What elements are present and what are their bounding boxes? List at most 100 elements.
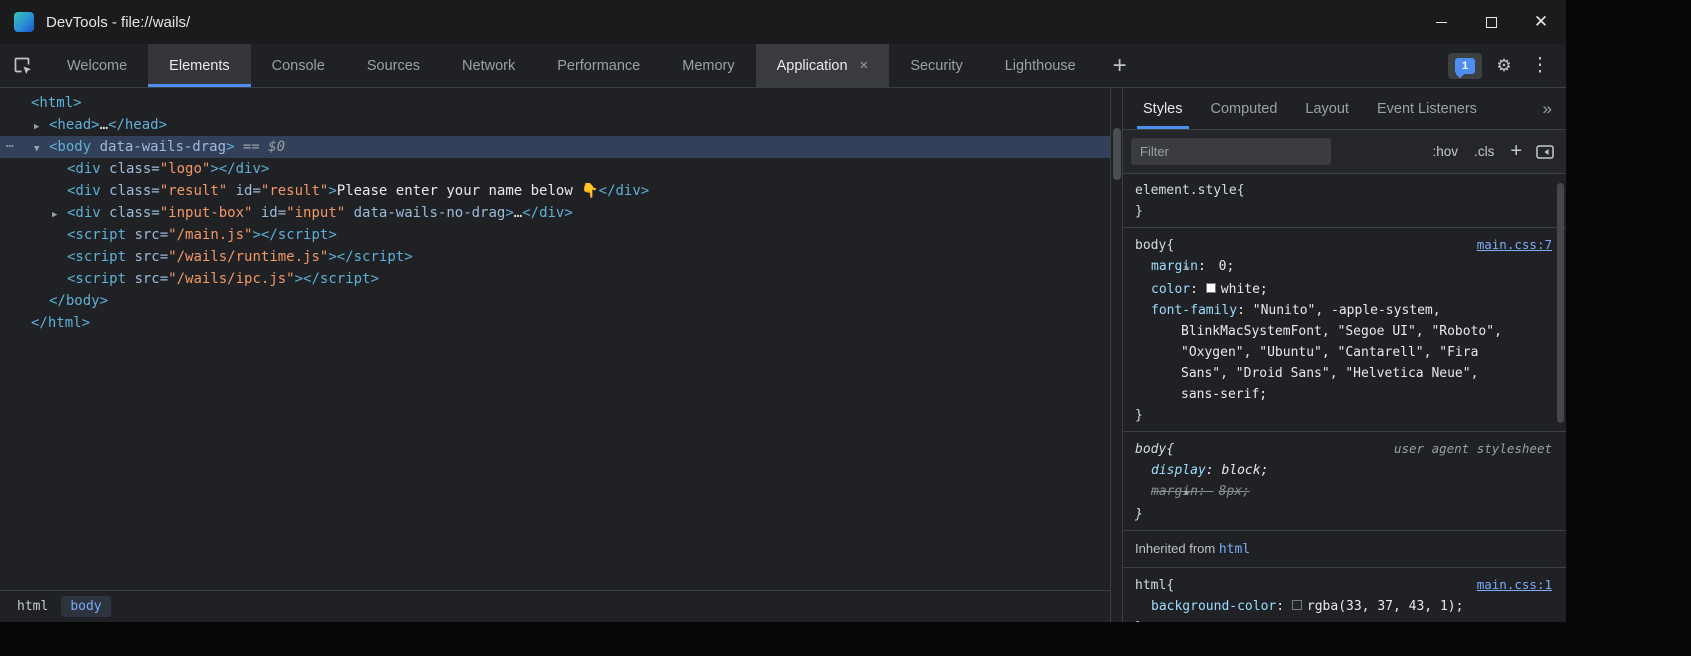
stylesheet-link[interactable]: main.css:1 <box>1467 574 1552 595</box>
expand-arrow-icon[interactable]: ▶ <box>34 116 49 138</box>
sidebar-tab-event-listeners[interactable]: Event Listeners <box>1363 88 1491 129</box>
tab-memory[interactable]: Memory <box>661 44 755 87</box>
css-property-value: 8px; <box>1219 484 1250 499</box>
screen: DevTools - file://wails/ ✕ WelcomeElemen… <box>0 0 1691 656</box>
dom-tree-row[interactable]: <script src="/wails/runtime.js"></script… <box>0 246 1110 268</box>
code-token: > <box>328 249 336 265</box>
code-token: "input" <box>286 205 345 221</box>
dom-tree-row[interactable]: <html> <box>0 92 1110 114</box>
color-swatch[interactable] <box>1206 283 1216 293</box>
dom-tree-row[interactable]: <div class="logo"></div> <box>0 158 1110 180</box>
tab-label: Network <box>462 58 515 74</box>
tab-security[interactable]: Security <box>889 44 983 87</box>
tab-performance[interactable]: Performance <box>536 44 661 87</box>
window-controls: ✕ <box>1416 0 1566 44</box>
styles-scrollbar[interactable] <box>1555 175 1566 622</box>
stylesheet-link[interactable]: main.css:7 <box>1467 234 1552 255</box>
tab-label: Memory <box>682 58 734 74</box>
breadcrumb-item-html[interactable]: html <box>8 596 57 617</box>
elements-scrollbar[interactable] <box>1110 88 1122 622</box>
code-token: class= <box>101 161 160 177</box>
code-token: <script <box>67 227 126 243</box>
inspect-element-button[interactable] <box>0 44 46 87</box>
elements-scrollbar-thumb[interactable] <box>1113 128 1121 180</box>
sidebar-toggle-icon <box>1536 145 1554 159</box>
css-declaration[interactable]: background-color: rgba(33, 37, 43, 1); <box>1123 596 1503 617</box>
dom-tree-row[interactable]: <script src="/wails/ipc.js"></script> <box>0 268 1110 290</box>
css-declaration[interactable]: margin: ▶8px; <box>1123 481 1503 504</box>
open-brace: { <box>1166 575 1174 596</box>
toggle-sidebar-button[interactable] <box>1536 145 1554 159</box>
tab-lighthouse[interactable]: Lighthouse <box>984 44 1097 87</box>
element-classes-button[interactable]: .cls <box>1474 144 1494 159</box>
css-declaration[interactable]: margin: ▶0; <box>1123 256 1503 279</box>
more-sidebar-tabs-button[interactable]: » <box>1543 99 1566 119</box>
dom-tree-row[interactable]: <script src="/main.js"></script> <box>0 224 1110 246</box>
breadcrumb-bar: htmlbody <box>0 590 1110 622</box>
expand-arrow-icon[interactable]: ▶ <box>52 204 67 226</box>
css-selector[interactable]: element.style <box>1135 180 1237 201</box>
code-token: <html> <box>31 95 82 111</box>
tab-welcome[interactable]: Welcome <box>46 44 148 87</box>
sidebar-tab-styles[interactable]: Styles <box>1129 88 1197 129</box>
css-selector-line: body {user agent stylesheet <box>1123 438 1566 460</box>
code-token: </div> <box>599 183 650 199</box>
css-declaration[interactable]: font-family: "Nunito", -apple-system, Bl… <box>1123 300 1503 405</box>
toggle-element-state-button[interactable]: :hov <box>1433 144 1459 159</box>
code-token: <body <box>49 139 91 155</box>
close-button[interactable]: ✕ <box>1516 0 1566 44</box>
inherited-from-header: Inherited from html <box>1123 531 1566 568</box>
dom-tree-row[interactable]: </html> <box>0 312 1110 334</box>
css-selector-line: html { main.css:1 <box>1123 574 1566 596</box>
colon: : <box>1198 484 1214 499</box>
maximize-button[interactable] <box>1466 0 1516 44</box>
code-token: id= <box>227 183 261 199</box>
dom-tree-row[interactable]: ⋯▼<body data-wails-drag> == $0 <box>0 136 1110 158</box>
css-property-name: margin <box>1151 484 1198 499</box>
window-title: DevTools - file://wails/ <box>46 14 190 31</box>
css-rule: body {main.css:7margin: ▶0;color: white;… <box>1123 228 1566 432</box>
issues-count: 1 <box>1462 60 1468 72</box>
styles-scrollbar-thumb[interactable] <box>1557 183 1564 423</box>
dom-tree-row[interactable]: ▶<head>…</head> <box>0 114 1110 136</box>
close-brace: } <box>1123 504 1566 525</box>
breadcrumb-item-body[interactable]: body <box>61 596 110 617</box>
close-tab-icon[interactable]: × <box>860 57 869 74</box>
inherited-from-selector[interactable]: html <box>1219 542 1250 557</box>
dom-tree-row[interactable]: <div class="result" id="result">Please e… <box>0 180 1110 202</box>
color-swatch[interactable] <box>1292 600 1302 610</box>
new-style-rule-button[interactable]: + <box>1510 140 1522 163</box>
css-property-name: background-color <box>1151 599 1276 614</box>
css-selector[interactable]: body <box>1135 439 1166 460</box>
issues-button[interactable]: 1 <box>1448 53 1482 79</box>
code-token: > <box>505 205 513 221</box>
minimize-icon <box>1436 22 1447 23</box>
tab-application[interactable]: Application× <box>756 44 890 87</box>
add-panel-button[interactable]: + <box>1097 44 1143 87</box>
tab-console[interactable]: Console <box>251 44 346 87</box>
dom-tree-row[interactable]: </body> <box>0 290 1110 312</box>
css-declaration[interactable]: color: white; <box>1123 279 1503 300</box>
sidebar-tab-computed[interactable]: Computed <box>1197 88 1292 129</box>
code-token: … <box>100 117 108 133</box>
tab-sources[interactable]: Sources <box>346 44 441 87</box>
minimize-button[interactable] <box>1416 0 1466 44</box>
tab-network[interactable]: Network <box>441 44 536 87</box>
inherited-from-label: Inherited from <box>1135 541 1219 556</box>
tab-elements[interactable]: Elements <box>148 44 250 87</box>
code-token: "result" <box>160 183 227 199</box>
code-token: <div <box>67 183 101 199</box>
sidebar-tab-layout[interactable]: Layout <box>1291 88 1363 129</box>
dom-tree-row[interactable]: ▶<div class="input-box" id="input" data-… <box>0 202 1110 224</box>
style-filter-input[interactable] <box>1131 138 1331 165</box>
row-menu-icon[interactable]: ⋯ <box>6 136 14 158</box>
styles-content: element.style {} body {main.css:7margin: … <box>1123 174 1566 622</box>
settings-button[interactable]: ⚙ <box>1490 52 1518 80</box>
colon: : <box>1276 599 1292 614</box>
css-selector[interactable]: html <box>1135 575 1166 596</box>
css-declaration[interactable]: display: block; <box>1123 460 1503 481</box>
expand-arrow-icon[interactable]: ▼ <box>34 138 49 160</box>
main-menu-button[interactable]: ⋮ <box>1526 52 1554 80</box>
code-token: Please enter your name below <box>337 183 581 199</box>
css-selector[interactable]: body <box>1135 235 1166 256</box>
